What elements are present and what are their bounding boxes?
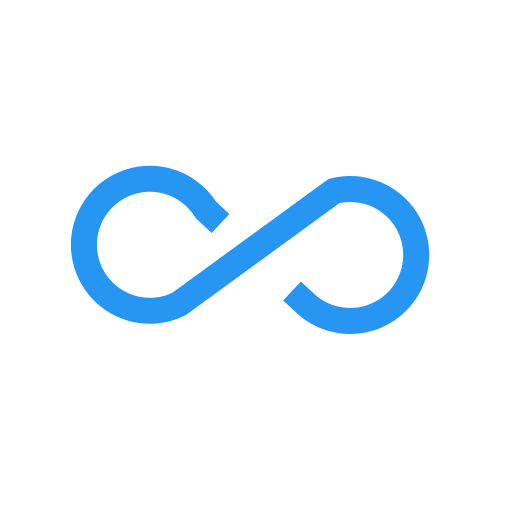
infinity-loop-icon bbox=[70, 165, 430, 334]
app-icon-canvas bbox=[0, 0, 512, 512]
